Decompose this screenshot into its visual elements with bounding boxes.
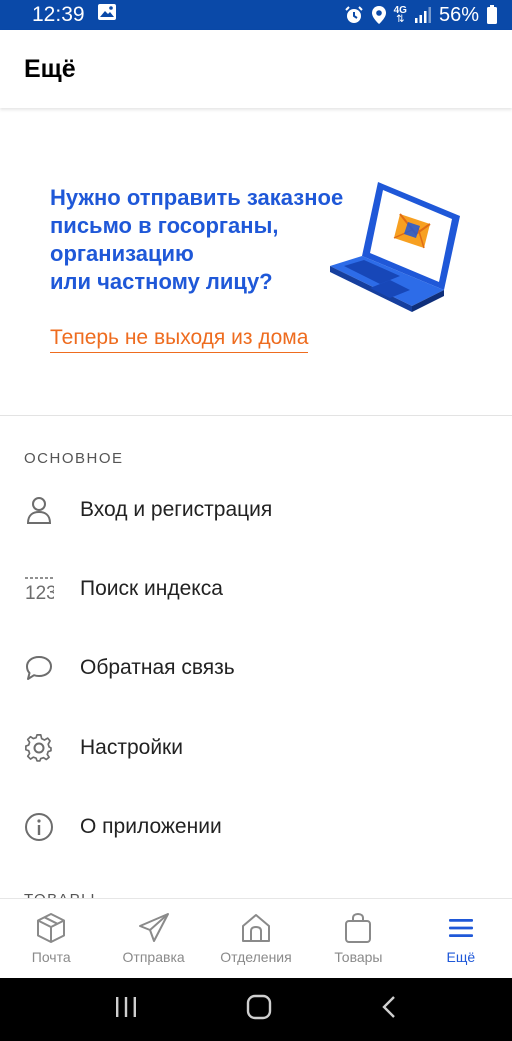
network-4g-icon: 4G ⇅ — [393, 5, 407, 25]
nav-label: Товары — [334, 949, 383, 965]
chat-bubble-icon — [24, 653, 54, 683]
menu-item-feedback[interactable]: Обратная связь — [0, 638, 512, 698]
bottom-navigation: Почта Отправка Отделения Товары Ещё — [0, 898, 512, 978]
menu-item-settings[interactable]: Настройки — [0, 718, 512, 778]
nav-item-more[interactable]: Ещё — [410, 899, 512, 978]
section-title-main: ОСНОВНОЕ — [24, 450, 124, 467]
status-right: 4G ⇅ 56% — [344, 4, 498, 27]
signal-icon — [414, 6, 432, 24]
back-icon[interactable] — [380, 995, 398, 1024]
nav-item-offices[interactable]: Отделения — [205, 899, 307, 978]
section-title-goods: ТОВАРЫ — [24, 890, 96, 898]
nav-item-goods[interactable]: Товары — [307, 899, 409, 978]
nav-label: Отделения — [220, 949, 292, 965]
app-header: Ещё — [0, 30, 512, 108]
menu-item-about[interactable]: О приложении — [0, 797, 512, 857]
status-bar: 12:39 4G ⇅ 56% — [0, 0, 512, 30]
shopping-bag-icon — [343, 911, 373, 945]
system-navigation-bar — [0, 978, 512, 1041]
status-left: 12:39 — [32, 3, 117, 27]
paper-plane-icon — [138, 911, 170, 945]
promo-line: Нужно отправить заказное — [50, 185, 344, 210]
nav-label: Почта — [31, 949, 71, 965]
image-icon — [97, 3, 117, 27]
laptop-mail-illustration — [326, 178, 466, 323]
home-icon[interactable] — [246, 994, 272, 1025]
post-office-icon — [240, 911, 272, 945]
promo-line: организацию — [50, 241, 194, 266]
recent-apps-icon[interactable] — [114, 996, 138, 1023]
user-icon — [24, 495, 54, 525]
battery-icon — [486, 5, 498, 25]
menu-item-login[interactable]: Вход и регистрация — [0, 480, 512, 540]
menu-item-label: Обратная связь — [80, 656, 235, 679]
menu-item-label: О приложении — [80, 815, 222, 838]
gear-icon — [24, 733, 54, 763]
promo-line: или частному лицу? — [50, 269, 273, 294]
svg-text:123: 123 — [25, 583, 54, 602]
menu-icon — [447, 911, 475, 945]
promo-banner[interactable]: Нужно отправить заказное письмо в госорг… — [0, 110, 512, 416]
info-icon — [24, 812, 54, 842]
package-icon — [35, 911, 67, 945]
nav-label: Отправка — [122, 949, 185, 965]
promo-link[interactable]: Теперь не выходя из дома — [50, 326, 309, 353]
location-icon — [371, 5, 387, 25]
menu-item-label: Настройки — [80, 736, 183, 759]
battery-percent: 56% — [438, 3, 479, 26]
promo-line: письмо в госорганы, — [50, 213, 279, 238]
page-title: Ещё — [24, 54, 76, 83]
alarm-icon — [344, 5, 364, 25]
status-time: 12:39 — [32, 3, 85, 26]
postcode-icon: 123 — [24, 574, 54, 604]
promo-text: Нужно отправить заказное письмо в госорг… — [50, 184, 370, 296]
menu-item-postcode-search[interactable]: 123 Поиск индекса — [0, 559, 512, 619]
menu-item-label: Вход и регистрация — [80, 498, 273, 521]
nav-item-mail[interactable]: Почта — [0, 899, 102, 978]
menu-item-label: Поиск индекса — [80, 577, 223, 600]
nav-label: Ещё — [446, 949, 476, 965]
nav-item-send[interactable]: Отправка — [102, 899, 204, 978]
